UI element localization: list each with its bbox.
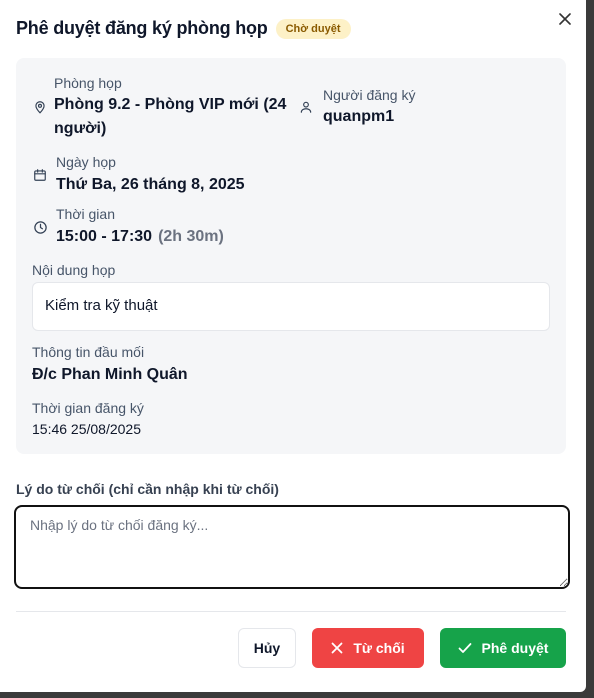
reject-label: Từ chối — [353, 640, 405, 656]
modal-title: Phê duyệt đăng ký phòng họp — [16, 18, 268, 38]
close-icon — [559, 13, 571, 25]
registered-at-label: Thời gian đăng ký — [32, 400, 144, 416]
date-value: Thứ Ba, 26 tháng 8, 2025 — [56, 176, 245, 193]
contact-value: Đ/c Phan Minh Quân — [32, 366, 188, 383]
details-card: Phòng họp Phòng 9.2 - Phòng VIP mới (24 … — [16, 58, 566, 454]
room-value-line1: Phòng 9.2 - Phòng VIP mới (24 — [54, 96, 287, 113]
date-label: Ngày họp — [56, 154, 116, 170]
map-pin-icon — [32, 99, 48, 115]
close-button[interactable] — [556, 10, 574, 28]
reject-button[interactable]: Từ chối — [312, 628, 424, 668]
content-value: Kiểm tra kỹ thuật — [32, 282, 550, 331]
time-value-row: 15:00 - 17:30 (2h 30m) — [56, 226, 224, 248]
footer-divider — [16, 611, 566, 612]
time-value: 15:00 - 17:30 — [56, 228, 153, 245]
room-value-line2: người) — [54, 120, 107, 137]
status-badge: Chờ duyệt — [275, 18, 351, 39]
room-label: Phòng họp — [54, 75, 122, 91]
cancel-button[interactable]: Hủy — [238, 628, 296, 668]
clock-icon — [32, 219, 48, 235]
time-duration: (2h 30m) — [158, 228, 224, 245]
reject-reason-input[interactable] — [14, 505, 570, 589]
approval-modal: Phê duyệt đăng ký phòng họp Chờ duyệt Ph… — [0, 0, 586, 692]
x-icon — [331, 642, 343, 654]
user-icon — [298, 99, 314, 115]
calendar-icon — [32, 167, 48, 183]
content-label: Nội dung họp — [32, 262, 116, 278]
approve-button[interactable]: Phê duyệt — [440, 628, 566, 668]
modal-header: Phê duyệt đăng ký phòng họp Chờ duyệt — [16, 18, 351, 39]
reject-reason-label: Lý do từ chối (chỉ cần nhập khi từ chối) — [16, 481, 279, 497]
registrant-value: quanpm1 — [323, 108, 395, 125]
cancel-label: Hủy — [253, 640, 281, 656]
approve-label: Phê duyệt — [481, 640, 549, 656]
registered-at-value: 15:46 25/08/2025 — [32, 421, 141, 437]
contact-label: Thông tin đầu mối — [32, 344, 145, 360]
time-label: Thời gian — [56, 206, 115, 222]
check-icon — [458, 643, 471, 653]
registrant-label: Người đăng ký — [323, 87, 416, 103]
